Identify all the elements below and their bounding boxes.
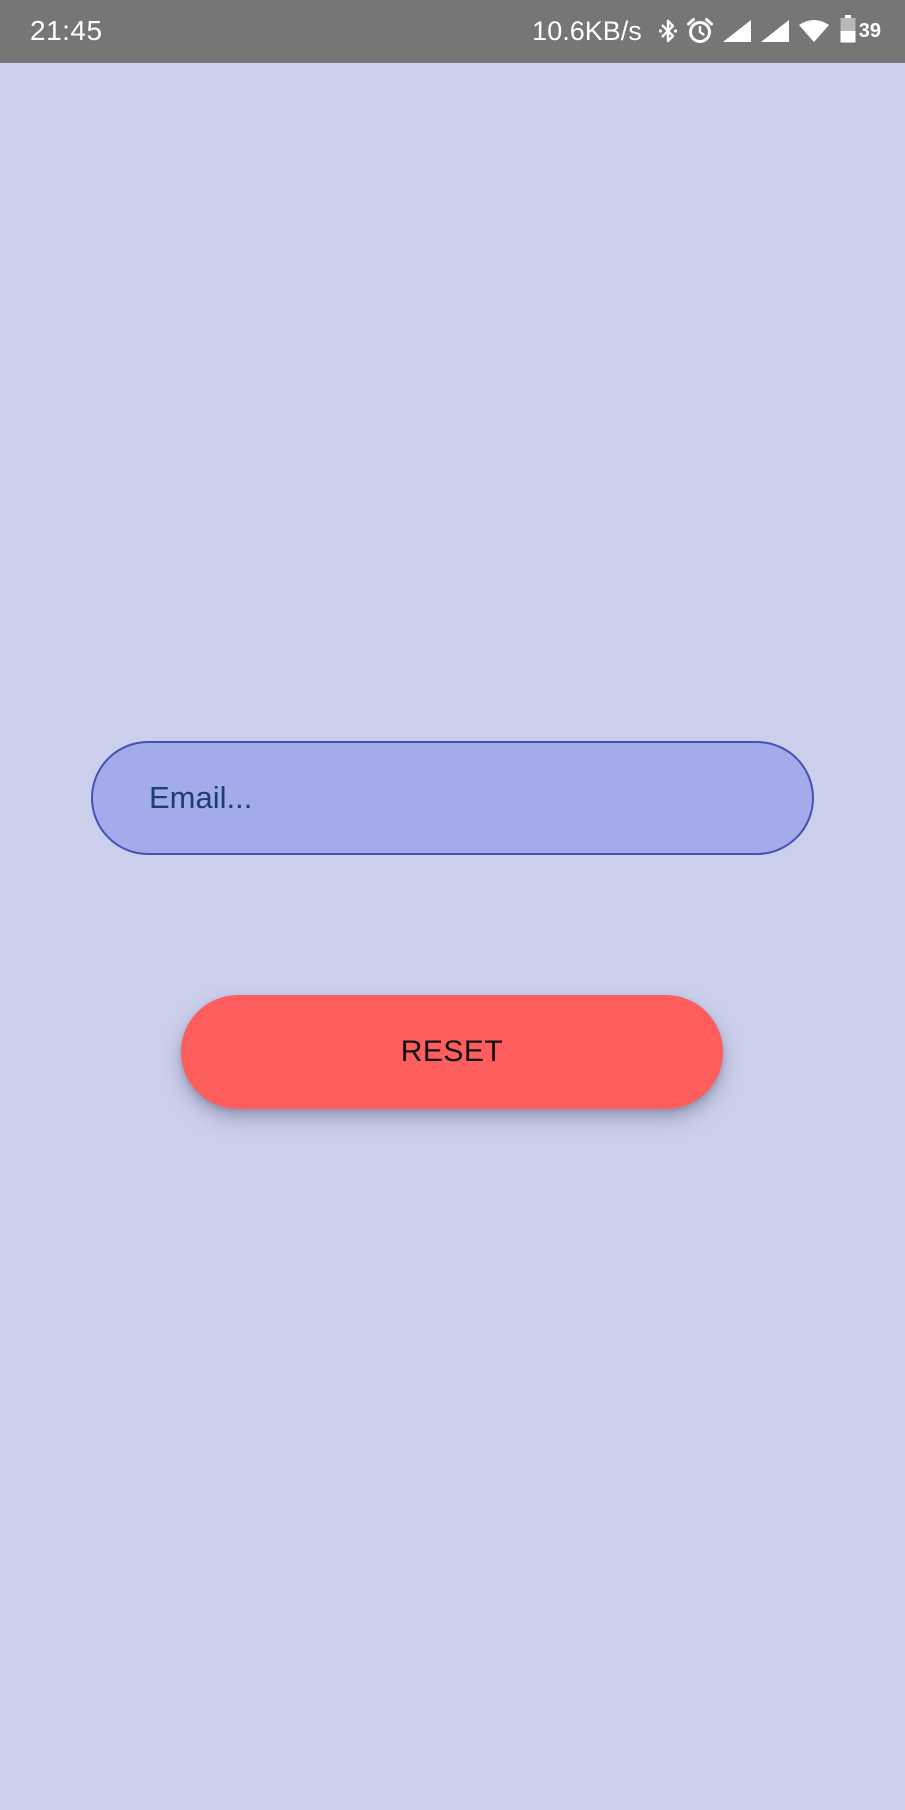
alarm-icon bbox=[686, 17, 714, 45]
signal-icon bbox=[722, 19, 752, 43]
battery-percent: 39 bbox=[858, 20, 881, 42]
network-speed: 10.6KB/s bbox=[532, 16, 642, 46]
signal-icon bbox=[760, 19, 790, 43]
status-bar: 21:45 10.6KB/s 39 bbox=[0, 0, 905, 63]
bluetooth-icon bbox=[658, 18, 678, 44]
status-time: 21:45 bbox=[30, 15, 103, 46]
email-input[interactable] bbox=[149, 743, 749, 853]
battery-indicator: 39 bbox=[840, 14, 881, 48]
reset-button[interactable]: RESET bbox=[181, 995, 723, 1109]
wifi-icon bbox=[798, 19, 830, 43]
battery-icon bbox=[840, 14, 856, 48]
status-icons: 10.6KB/s 39 bbox=[532, 12, 881, 50]
email-field-container[interactable] bbox=[91, 741, 814, 855]
